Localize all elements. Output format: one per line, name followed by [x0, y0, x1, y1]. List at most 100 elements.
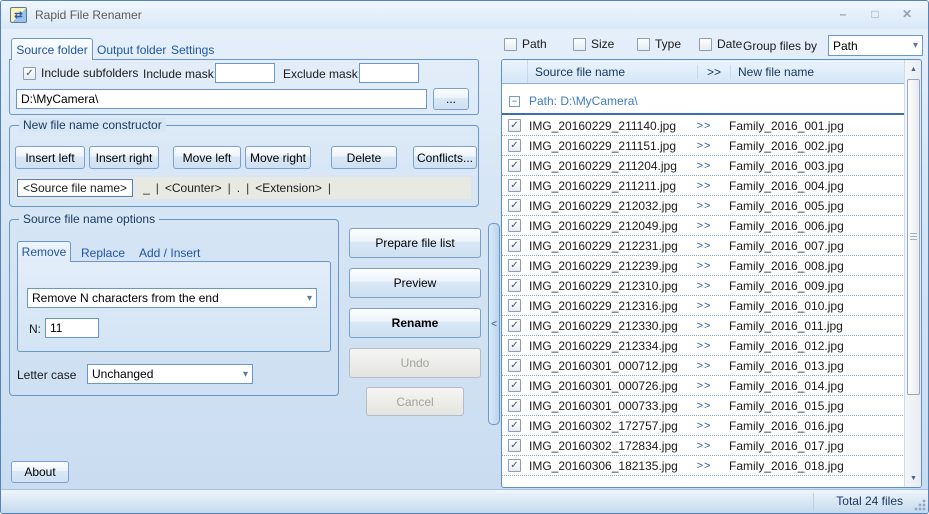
tab-add-insert[interactable]: Add / Insert [139, 246, 200, 260]
browse-button[interactable]: ... [433, 88, 469, 110]
path-checkbox[interactable] [504, 38, 517, 51]
tab-output-folder[interactable]: Output folder [97, 43, 166, 57]
rename-button[interactable]: Rename [349, 308, 481, 338]
name-token[interactable]: . [237, 181, 240, 195]
resize-grip-icon[interactable] [913, 498, 926, 511]
new-file-name: Family_2016_011.jpg [721, 319, 905, 333]
new-file-name: Family_2016_017.jpg [721, 439, 905, 453]
token-source-file-name[interactable]: <Source file name> [17, 179, 133, 197]
include-subfolders-checkbox[interactable]: ✓ [23, 67, 36, 80]
n-input[interactable]: 11 [45, 318, 99, 338]
prepare-file-list-button[interactable]: Prepare file list [349, 228, 481, 258]
source-file-name: IMG_20160302_172834.jpg [521, 439, 687, 453]
filter-path[interactable]: Path [504, 37, 547, 51]
file-row[interactable]: ✓ IMG_20160229_211204.jpg >> Family_2016… [502, 156, 905, 176]
file-checkbox[interactable]: ✓ [508, 419, 521, 432]
scrollbar-thumb[interactable] [907, 79, 920, 395]
title-bar[interactable]: ⇄ Rapid File Renamer – □ ✕ [1, 1, 928, 29]
file-row[interactable]: ✓ IMG_20160229_211140.jpg >> Family_2016… [502, 116, 905, 136]
file-checkbox[interactable]: ✓ [508, 439, 521, 452]
source-path-input[interactable]: D:\MyCamera\ [16, 89, 427, 109]
filter-type[interactable]: Type [637, 37, 681, 51]
panel-splitter[interactable]: < [488, 223, 500, 425]
file-row[interactable]: ✓ IMG_20160229_212334.jpg >> Family_2016… [502, 336, 905, 356]
tab-source-folder[interactable]: Source folder [11, 38, 93, 60]
file-row[interactable]: ✓ IMG_20160229_212231.jpg >> Family_2016… [502, 236, 905, 256]
date-checkbox[interactable] [699, 38, 712, 51]
file-checkbox[interactable]: ✓ [508, 399, 521, 412]
target-column-header[interactable]: New file name [730, 65, 905, 79]
file-checkbox[interactable]: ✓ [508, 379, 521, 392]
maximize-icon[interactable]: □ [864, 5, 886, 22]
file-checkbox[interactable]: ✓ [508, 159, 521, 172]
minimize-icon[interactable]: – [832, 5, 854, 22]
cancel-button[interactable]: Cancel [366, 387, 464, 416]
file-row[interactable]: ✓ IMG_20160301_000726.jpg >> Family_2016… [502, 376, 905, 396]
name-token[interactable]: <Counter> [165, 181, 222, 195]
file-checkbox[interactable]: ✓ [508, 199, 521, 212]
about-button[interactable]: About [11, 461, 69, 483]
file-row[interactable]: ✓ IMG_20160229_212049.jpg >> Family_2016… [502, 216, 905, 236]
file-row[interactable]: ✓ IMG_20160302_172834.jpg >> Family_2016… [502, 436, 905, 456]
file-row[interactable]: ✓ IMG_20160302_172757.jpg >> Family_2016… [502, 416, 905, 436]
file-row[interactable]: ✓ IMG_20160229_212310.jpg >> Family_2016… [502, 276, 905, 296]
file-row[interactable]: ✓ IMG_20160229_212316.jpg >> Family_2016… [502, 296, 905, 316]
include-mask-input[interactable] [215, 63, 275, 83]
conflicts-button[interactable]: Conflicts... [413, 146, 477, 169]
type-checkbox[interactable] [637, 38, 650, 51]
select-column-header[interactable] [502, 60, 528, 83]
file-row[interactable]: ✓ IMG_20160229_212239.jpg >> Family_2016… [502, 256, 905, 276]
file-row[interactable]: ✓ IMG_20160229_211151.jpg >> Family_2016… [502, 136, 905, 156]
letter-case-select[interactable]: Unchanged ▾ [87, 364, 253, 384]
source-column-header[interactable]: Source file name [528, 65, 697, 79]
file-row[interactable]: ✓ IMG_20160306_182135.jpg >> Family_2016… [502, 456, 905, 476]
file-checkbox[interactable]: ✓ [508, 239, 521, 252]
constructor-caption: New file name constructor [19, 118, 166, 132]
file-checkbox[interactable]: ✓ [508, 339, 521, 352]
group-row[interactable]: − Path: D:\MyCamera\ [502, 90, 905, 112]
file-checkbox[interactable]: ✓ [508, 179, 521, 192]
vertical-scrollbar[interactable]: ▲ ▼ [904, 60, 921, 487]
file-row[interactable]: ✓ IMG_20160229_212032.jpg >> Family_2016… [502, 196, 905, 216]
insert-right-button[interactable]: Insert right [89, 146, 159, 169]
file-checkbox[interactable]: ✓ [508, 459, 521, 472]
file-checkbox[interactable]: ✓ [508, 139, 521, 152]
file-checkbox[interactable]: ✓ [508, 119, 521, 132]
name-token-strip[interactable]: <Source file name> _|<Counter>|.|<Extens… [15, 177, 471, 199]
file-row[interactable]: ✓ IMG_20160301_000733.jpg >> Family_2016… [502, 396, 905, 416]
preview-button[interactable]: Preview [349, 268, 481, 298]
group-by-value: Path [833, 39, 858, 53]
collapse-group-icon[interactable]: − [509, 96, 520, 107]
filter-date[interactable]: Date [699, 37, 742, 51]
tab-replace[interactable]: Replace [81, 246, 125, 260]
name-token[interactable]: _ [143, 181, 150, 195]
arrow-column-header[interactable]: >> [697, 65, 730, 79]
move-left-button[interactable]: Move left [173, 146, 241, 169]
file-checkbox[interactable]: ✓ [508, 259, 521, 272]
include-subfolders-option[interactable]: ✓ Include subfolders [23, 66, 138, 80]
undo-button[interactable]: Undo [349, 348, 481, 378]
file-checkbox[interactable]: ✓ [508, 299, 521, 312]
insert-left-button[interactable]: Insert left [15, 146, 85, 169]
name-token[interactable]: <Extension> [255, 181, 322, 195]
file-row[interactable]: ✓ IMG_20160229_211211.jpg >> Family_2016… [502, 176, 905, 196]
close-icon[interactable]: ✕ [896, 5, 918, 22]
tab-remove[interactable]: Remove [17, 241, 71, 262]
file-checkbox[interactable]: ✓ [508, 219, 521, 232]
file-row[interactable]: ✓ IMG_20160229_212330.jpg >> Family_2016… [502, 316, 905, 336]
scroll-up-icon[interactable]: ▲ [906, 61, 921, 77]
size-checkbox[interactable] [573, 38, 586, 51]
delete-button[interactable]: Delete [331, 146, 397, 169]
group-by-select[interactable]: Path ▾ [828, 35, 923, 56]
file-row[interactable]: ✓ IMG_20160301_000712.jpg >> Family_2016… [502, 356, 905, 376]
filter-size[interactable]: Size [573, 37, 614, 51]
file-checkbox[interactable]: ✓ [508, 359, 521, 372]
file-checkbox[interactable]: ✓ [508, 279, 521, 292]
scroll-down-icon[interactable]: ▼ [906, 470, 921, 486]
file-checkbox[interactable]: ✓ [508, 319, 521, 332]
move-right-button[interactable]: Move right [245, 146, 311, 169]
exclude-mask-input[interactable] [359, 63, 419, 83]
remove-rule-select[interactable]: Remove N characters from the end ▾ [27, 288, 317, 308]
tab-settings[interactable]: Settings [171, 43, 214, 57]
list-header[interactable]: Source file name >> New file name [502, 60, 905, 84]
